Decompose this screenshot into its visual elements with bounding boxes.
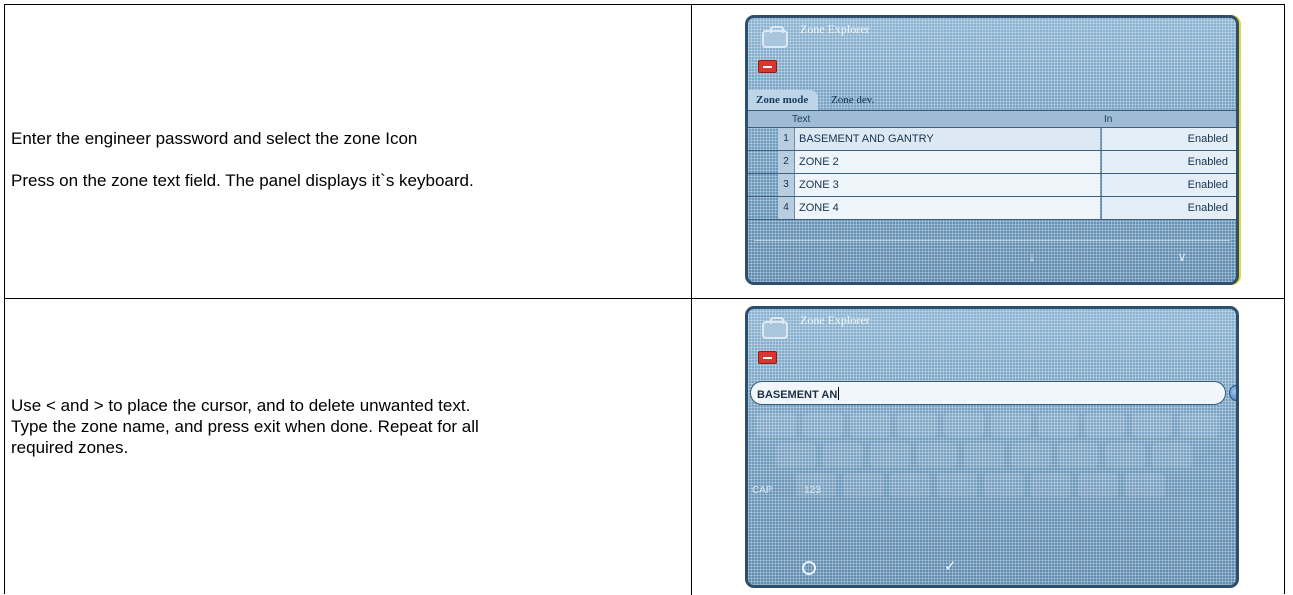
zone-status[interactable]: Enabled bbox=[1101, 128, 1236, 150]
column-divider bbox=[691, 5, 692, 595]
tab-zone-mode[interactable]: Zone mode bbox=[748, 90, 818, 110]
zone-name-input[interactable]: BASEMENT AN bbox=[750, 381, 1226, 405]
key[interactable] bbox=[803, 413, 843, 437]
key[interactable] bbox=[984, 473, 1024, 497]
zone-explorer-app-icon bbox=[762, 26, 788, 48]
key[interactable] bbox=[937, 473, 977, 497]
zone-status[interactable]: Enabled bbox=[1101, 174, 1236, 196]
key[interactable] bbox=[1038, 413, 1078, 437]
on-screen-keyboard bbox=[748, 409, 1236, 529]
zone-table-header: Text In bbox=[748, 110, 1236, 128]
key[interactable] bbox=[1152, 443, 1192, 467]
zone-name-value: BASEMENT AN bbox=[757, 389, 838, 401]
key[interactable] bbox=[1085, 413, 1125, 437]
key[interactable] bbox=[890, 473, 930, 497]
window-title: Zone Explorer bbox=[800, 313, 870, 327]
column-header-text: Text bbox=[792, 114, 811, 125]
instruction-text: Type the zone name, and press exit when … bbox=[11, 417, 479, 436]
key[interactable] bbox=[1078, 473, 1118, 497]
instruction-text: Use < and > to place the cursor, and to … bbox=[11, 396, 471, 415]
key[interactable] bbox=[1058, 443, 1098, 467]
zone-text-field[interactable]: ZONE 2 bbox=[794, 151, 1100, 173]
zone-text-field[interactable]: ZONE 3 bbox=[794, 174, 1100, 196]
zone-row[interactable]: 2 ZONE 2 Enabled bbox=[748, 151, 1236, 174]
zone-text-field[interactable]: ZONE 4 bbox=[794, 197, 1100, 219]
instruction-step-2: Use < and > to place the cursor, and to … bbox=[11, 395, 671, 458]
tab-zone-dev[interactable]: Zone dev. bbox=[823, 90, 903, 110]
key[interactable] bbox=[1179, 413, 1219, 437]
instruction-text: required zones. bbox=[11, 438, 129, 457]
key[interactable] bbox=[964, 443, 1004, 467]
zone-number: 4 bbox=[778, 197, 794, 219]
keyboard-row-2 bbox=[756, 443, 1226, 469]
key[interactable] bbox=[991, 413, 1031, 437]
window-title: Zone Explorer bbox=[800, 22, 870, 36]
key[interactable] bbox=[756, 413, 796, 437]
zone-table: Text In 1 BASEMENT AND GANTRY Enabled 2 … bbox=[748, 110, 1236, 220]
chevron-down-icon[interactable]: ∨ bbox=[1172, 247, 1192, 267]
caps-key-label[interactable]: CAP bbox=[752, 485, 773, 496]
instruction-step-1: Enter the engineer password and select t… bbox=[11, 128, 671, 191]
zone-number: 3 bbox=[778, 174, 794, 196]
key[interactable] bbox=[1125, 473, 1165, 497]
column-header-in: In bbox=[1104, 114, 1113, 125]
zone-explorer-keyboard-screenshot: Zone Explorer BASEMENT AN CAP 123 ✓ bbox=[745, 306, 1239, 588]
key[interactable] bbox=[944, 413, 984, 437]
row-divider bbox=[5, 298, 1284, 299]
zone-explorer-app-icon bbox=[762, 317, 788, 339]
keyboard-row-3 bbox=[756, 473, 1226, 499]
zone-explorer-list-screenshot: Zone Explorer Zone mode Zone dev. Text I… bbox=[745, 15, 1239, 285]
zone-number: 1 bbox=[778, 128, 794, 150]
key[interactable] bbox=[917, 443, 957, 467]
text-cursor bbox=[838, 387, 840, 400]
key[interactable] bbox=[870, 443, 910, 467]
zone-text-field[interactable]: BASEMENT AND GANTRY bbox=[794, 128, 1100, 150]
key[interactable] bbox=[1031, 473, 1071, 497]
keyboard-bottom-bar: ✓ bbox=[748, 547, 1236, 585]
key[interactable] bbox=[1132, 413, 1172, 437]
key[interactable] bbox=[776, 443, 816, 467]
exit-icon[interactable] bbox=[758, 60, 777, 73]
arrow-down-icon[interactable]: ↓ bbox=[1022, 247, 1042, 267]
instruction-text: Enter the engineer password and select t… bbox=[11, 129, 418, 148]
key[interactable] bbox=[1105, 443, 1145, 467]
zone-status[interactable]: Enabled bbox=[1101, 197, 1236, 219]
settings-icon[interactable] bbox=[802, 561, 816, 575]
key[interactable] bbox=[850, 413, 890, 437]
key[interactable] bbox=[823, 443, 863, 467]
exit-icon[interactable] bbox=[758, 351, 777, 364]
bottom-nav-bar: ↓ ∨ bbox=[754, 240, 1230, 276]
instruction-text: Press on the zone text field. The panel … bbox=[11, 171, 474, 190]
key[interactable] bbox=[1011, 443, 1051, 467]
keyboard-row-1 bbox=[756, 413, 1226, 439]
zone-row[interactable]: 1 BASEMENT AND GANTRY Enabled bbox=[748, 128, 1236, 151]
language-globe-icon[interactable] bbox=[1229, 385, 1236, 401]
numbers-key-label[interactable]: 123 bbox=[804, 485, 821, 496]
zone-status[interactable]: Enabled bbox=[1101, 151, 1236, 173]
key[interactable] bbox=[897, 413, 937, 437]
checkmark-icon[interactable]: ✓ bbox=[944, 557, 957, 575]
zone-row[interactable]: 3 ZONE 3 Enabled bbox=[748, 174, 1236, 197]
key[interactable] bbox=[843, 473, 883, 497]
zone-row[interactable]: 4 ZONE 4 Enabled bbox=[748, 197, 1236, 220]
zone-number: 2 bbox=[778, 151, 794, 173]
